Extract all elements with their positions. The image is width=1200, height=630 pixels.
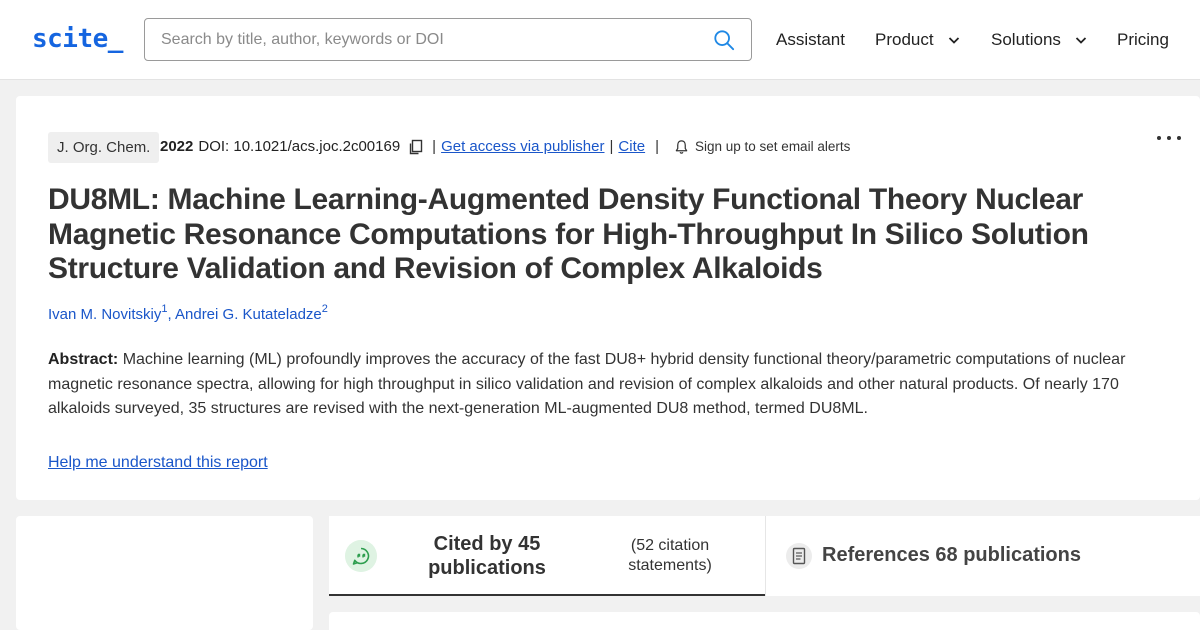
article-meta: 2022 DOI: 10.1021/acs.joc.2c00169 | Get … [160, 138, 850, 155]
separator: | [432, 138, 437, 155]
citation-statements-count: (52 citation statements) [628, 537, 712, 574]
quote-bubble-icon [345, 540, 377, 572]
author-separator: , [167, 306, 175, 323]
email-alerts-link[interactable]: Sign up to set email alerts [695, 139, 850, 154]
separator: | [655, 138, 659, 155]
author-name: Andrei G. Kutateladze [175, 306, 322, 323]
author-link[interactable]: Ivan M. Novitskiy1 [48, 303, 168, 323]
article-title: DU8ML: Machine Learning-Augmented Densit… [48, 183, 1089, 285]
nav-product-label: Product [875, 30, 934, 49]
nav-assistant[interactable]: Assistant [776, 30, 845, 50]
author-list: Ivan M. Novitskiy1, Andrei G. Kutateladz… [48, 303, 328, 323]
nav-assistant-label: Assistant [776, 30, 845, 49]
get-access-link[interactable]: Get access via publisher [441, 138, 604, 155]
author-link[interactable]: Andrei G. Kutateladze2 [175, 303, 328, 323]
tab-cited-by[interactable]: Cited by 45 publications (52 citation st… [329, 516, 765, 596]
search-icon[interactable] [713, 29, 735, 51]
help-understand-link[interactable]: Help me understand this report [48, 454, 268, 472]
nav-product[interactable]: Product [875, 30, 960, 50]
document-icon [786, 543, 812, 569]
author-name: Ivan M. Novitskiy [48, 306, 162, 323]
separator: | [609, 138, 614, 155]
more-icon[interactable] [1155, 134, 1183, 142]
citations-list-panel [329, 612, 1200, 630]
journal-badge[interactable]: J. Org. Chem. [48, 132, 160, 163]
chevron-down-icon [1075, 37, 1087, 44]
doi-text: DOI: 10.1021/acs.joc.2c00169 [198, 138, 401, 155]
author-affiliation: 2 [321, 303, 328, 315]
author-affiliation: 1 [161, 303, 168, 315]
cite-link[interactable]: Cite [618, 138, 645, 155]
references-title: References 68 publications [822, 544, 1081, 566]
search-box[interactable] [144, 18, 752, 61]
nav-solutions[interactable]: Solutions [991, 30, 1087, 50]
nav-pricing[interactable]: Pricing [1117, 30, 1169, 50]
chevron-down-icon [948, 37, 959, 44]
search-input[interactable] [161, 19, 701, 60]
cited-by-title: Cited by 45 publications [428, 533, 546, 579]
scite-logo[interactable]: scite_ [32, 24, 123, 54]
top-navigation-bar: scite_ Assistant Product Solutions Prici… [0, 0, 1200, 80]
nav-pricing-label: Pricing [1117, 30, 1169, 49]
article-card: J. Org. Chem. 2022 DOI: 10.1021/acs.joc.… [16, 96, 1200, 500]
copy-icon[interactable] [408, 139, 424, 155]
publication-year: 2022 [160, 138, 194, 155]
tab-references[interactable]: References 68 publications [765, 516, 1200, 596]
abstract-label: Abstract: [48, 351, 119, 368]
citation-tabs: Cited by 45 publications (52 citation st… [329, 516, 1200, 596]
bell-icon[interactable] [674, 139, 689, 155]
side-panel [16, 516, 313, 630]
abstract: Abstract: Machine learning (ML) profound… [48, 348, 1158, 422]
nav-solutions-label: Solutions [991, 30, 1061, 49]
abstract-text: Machine learning (ML) profoundly improve… [48, 351, 1126, 417]
